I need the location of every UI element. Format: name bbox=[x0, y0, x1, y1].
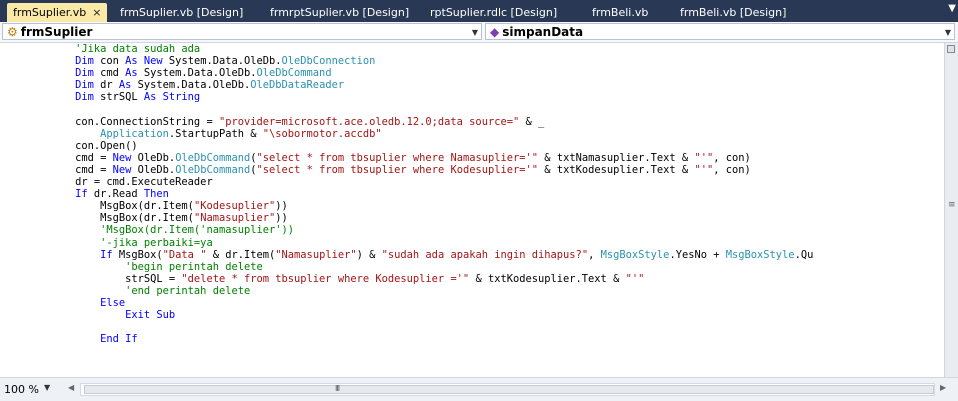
navigation-bar: ⚙ frmSuplier ▼ ◆ simpanData ▼ bbox=[0, 22, 958, 43]
code-line: con.Open() bbox=[0, 139, 138, 152]
vertical-scrollbar[interactable]: ≡ bbox=[944, 43, 958, 377]
tab-dropdown-icon[interactable]: ▼ bbox=[948, 3, 956, 14]
document-tab-bar: frmSuplier.vb × frmSuplier.vb [Design] frmr… bbox=[0, 0, 958, 22]
tab-label: frmSuplier.vb bbox=[13, 6, 87, 19]
editor-status-bar: 100 % ▼ ◀ III ▶ bbox=[0, 377, 958, 401]
tab-label: frmSuplier.vb [Design] bbox=[120, 6, 244, 19]
close-icon[interactable]: × bbox=[92, 6, 101, 19]
tab-5[interactable]: frmBeli.vb bbox=[592, 3, 648, 22]
class-combo[interactable]: ⚙ frmSuplier ▼ bbox=[2, 23, 482, 40]
tab-4[interactable]: rptSuplier.rdlc [Design] bbox=[430, 3, 557, 22]
code-line: End If bbox=[0, 333, 138, 346]
zoom-level[interactable]: 100 % bbox=[4, 383, 39, 396]
code-line: Else bbox=[0, 296, 126, 309]
code-line: 'MsgBox(dr.Item('namasuplier')) bbox=[0, 224, 295, 237]
code-text[interactable]: 'Jika data sudah ada Dim con As New Syst… bbox=[0, 43, 813, 345]
code-line: Application.StartupPath & "\sobormotor.a… bbox=[100, 127, 382, 140]
horizontal-scroll-thumb[interactable]: III bbox=[84, 384, 934, 394]
tab-label: frmBeli.vb bbox=[592, 6, 649, 19]
method-combo-value: simpanData bbox=[502, 25, 584, 39]
code-line: Dim con As New System.Data.OleDb.OleDbCo… bbox=[0, 55, 376, 68]
code-line: 'Jika data sudah ada bbox=[0, 43, 201, 55]
tab-label: rptSuplier.rdlc [Design] bbox=[430, 6, 558, 19]
code-line: cmd = New OleDb.OleDbCommand("select * f… bbox=[0, 163, 751, 176]
tab-label: frmBeli.vb [Design] bbox=[680, 6, 787, 19]
chevron-down-icon: ▼ bbox=[944, 28, 951, 37]
tab-3[interactable]: frmrptSuplier.vb [Design] bbox=[270, 3, 409, 22]
code-line: MsgBox(dr.Item("Kodesuplier")) bbox=[0, 200, 288, 213]
code-line: cmd = New OleDb.OleDbCommand("select * f… bbox=[0, 151, 751, 164]
code-line: MsgBox(dr.Item("Namasuplier")) bbox=[0, 212, 288, 225]
horizontal-scrollbar[interactable]: III bbox=[80, 383, 935, 396]
code-line: Dim cmd As System.Data.OleDb.OleDbComman… bbox=[0, 67, 332, 80]
code-line: If MsgBox("Data " & dr.Item("Namasuplier… bbox=[0, 248, 814, 261]
code-line: strSQL = "delete * from tbsuplier where … bbox=[0, 272, 645, 285]
method-icon: ◆ bbox=[490, 25, 500, 39]
chevron-down-icon: ▼ bbox=[471, 28, 478, 37]
code-line: con.ConnectionString = "provider=microso… bbox=[0, 115, 545, 128]
code-line: If dr.Read Then bbox=[0, 188, 169, 201]
class-icon: ⚙ bbox=[7, 25, 18, 39]
tab-6[interactable]: frmBeli.vb [Design] bbox=[680, 3, 786, 22]
splitter-handle[interactable] bbox=[947, 45, 955, 53]
code-line: dr = cmd.ExecuteReader bbox=[0, 176, 213, 189]
code-line: 'end perintah delete bbox=[0, 284, 251, 297]
scroll-left-icon[interactable]: ◀ bbox=[68, 383, 74, 392]
code-line: Exit Sub bbox=[0, 309, 176, 322]
tab-1[interactable]: frmSuplier.vb × bbox=[7, 3, 108, 22]
tab-2[interactable]: frmSuplier.vb [Design] bbox=[120, 3, 243, 22]
scroll-grip-icon: ≡ bbox=[948, 200, 956, 210]
code-line: 'begin perintah delete bbox=[0, 260, 263, 273]
class-combo-value: frmSuplier bbox=[20, 25, 93, 39]
scroll-right-icon[interactable]: ▶ bbox=[940, 383, 946, 392]
code-line: '-jika perbaiki=ya bbox=[0, 236, 213, 249]
scroll-grip-icon: III bbox=[335, 384, 340, 393]
code-editor[interactable]: 'Jika data sudah ada Dim con As New Syst… bbox=[0, 43, 945, 377]
tab-label: frmrptSuplier.vb [Design] bbox=[270, 6, 410, 19]
method-combo[interactable]: ◆ simpanData ▼ bbox=[485, 23, 955, 40]
zoom-dropdown-icon[interactable]: ▼ bbox=[44, 383, 50, 392]
code-line: Dim dr As System.Data.OleDb.OleDbDataRea… bbox=[0, 79, 345, 92]
code-line: Dim strSQL As String bbox=[0, 91, 201, 104]
